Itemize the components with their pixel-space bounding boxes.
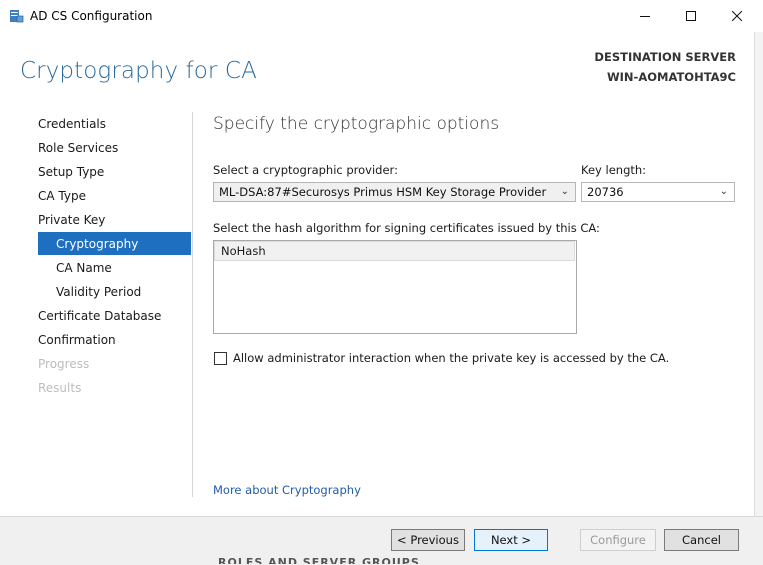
previous-button[interactable]: < Previous [391,529,465,551]
background-window-edge [754,32,763,516]
admin-interaction-label[interactable]: Allow administrator interaction when the… [233,351,669,365]
nav-item-results: Results [38,381,82,395]
nav-item-setup-type[interactable]: Setup Type [38,162,104,182]
provider-label: Select a cryptographic provider: [213,163,398,177]
nav-item-role-services[interactable]: Role Services [38,138,118,158]
minimize-button[interactable] [622,0,668,32]
nav-item-progress: Progress [38,357,90,371]
nav-item-ca-name[interactable]: CA Name [56,258,112,278]
section-heading: Specify the cryptographic options [213,114,500,134]
close-button[interactable] [714,0,760,32]
hash-algorithm-label: Select the hash algorithm for signing ce… [213,221,600,235]
maximize-icon [686,11,696,21]
admin-interaction-checkbox[interactable] [214,352,227,365]
nav-item-private-key[interactable]: Private Key [38,210,105,230]
configure-button: Configure [580,529,656,551]
close-icon [732,11,742,21]
list-item[interactable]: NoHash [214,241,575,261]
nav-divider [192,112,193,497]
key-length-label: Key length: [581,163,647,177]
more-about-cryptography-link[interactable]: More about Cryptography [213,483,361,497]
maximize-button[interactable] [668,0,714,32]
chevron-down-icon: ⌄ [719,186,728,197]
server-manager-icon [10,10,24,23]
nav-item-validity-period[interactable]: Validity Period [56,282,141,302]
background-window-text: ROLES AND SERVER GROUPS [218,556,420,564]
chevron-down-icon: ⌄ [560,186,569,197]
minimize-icon [640,16,650,17]
provider-dropdown[interactable]: ML-DSA:87#Securosys Primus HSM Key Stora… [213,182,576,202]
cancel-button[interactable]: Cancel [664,529,739,551]
nav-item-confirmation[interactable]: Confirmation [38,330,116,350]
nav-item-credentials[interactable]: Credentials [38,114,106,134]
destination-server-label: DESTINATION SERVER [594,50,736,64]
page-title: Cryptography for CA [20,58,257,84]
next-button[interactable]: Next > [474,529,548,551]
destination-server-name: WIN-AOMATOHTA9C [606,70,736,84]
nav-item-ca-type[interactable]: CA Type [38,186,86,206]
nav-item-cryptography[interactable]: Cryptography [56,234,138,254]
window-title: AD CS Configuration [30,9,153,23]
key-length-dropdown-value: 20736 [587,185,624,199]
provider-dropdown-value: ML-DSA:87#Securosys Primus HSM Key Stora… [219,185,547,199]
nav-item-certificate-database[interactable]: Certificate Database [38,306,161,326]
key-length-dropdown[interactable]: 20736 ⌄ [581,182,735,202]
